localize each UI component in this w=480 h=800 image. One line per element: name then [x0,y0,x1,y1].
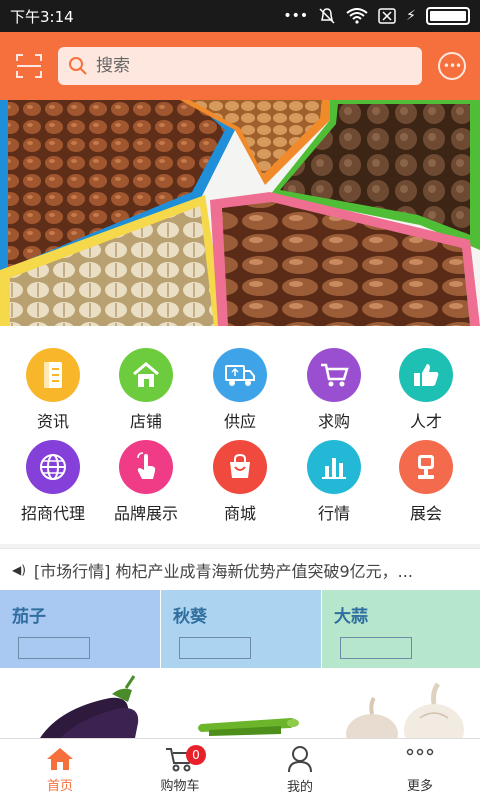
search-box[interactable] [58,47,422,85]
card-garlic[interactable]: 大蒜 [322,590,480,738]
feature-grid: 资讯 店铺 供应 求购 人才 招商代理 品牌展示 商城 行情 展会 [0,326,480,544]
grid-label: 行情 [317,504,350,523]
chat-icon: ••• [442,59,462,73]
garlic-image [322,668,480,738]
nav-label: 更多 [406,778,433,794]
status-icons: ••• ⚡ [283,7,470,25]
cart-badge: 0 [186,745,206,765]
category-cards: 茄子 秋葵 大蒜 [0,590,480,738]
cart-icon [307,348,361,402]
bag-icon [213,440,267,494]
grid-item-news[interactable]: 资讯 [5,348,101,440]
card-title: 茄子 [12,607,46,627]
okra-image [161,668,321,738]
tap-icon [119,440,173,494]
nav-label: 首页 [46,778,73,794]
truck-icon [213,348,267,402]
card-price-box [179,637,251,659]
news-ticker[interactable]: ◀) [市场行情] 枸杞产业成青海新优势产值突破9亿元，... [0,548,480,590]
grid-label: 人才 [409,412,442,431]
home-icon [47,747,73,770]
grid-item-talent[interactable]: 人才 [378,348,474,440]
booth-icon [399,440,453,494]
thumbs-up-icon [399,348,453,402]
battery-icon [426,7,470,25]
status-time: 下午3:14 [10,7,74,26]
scan-icon [16,54,42,78]
house-icon [119,348,173,402]
more-dots-icon: ••• [283,8,309,24]
charging-icon: ⚡ [406,8,416,24]
mute-bell-icon [319,8,335,24]
user-icon [288,745,312,772]
grid-label: 求购 [317,412,350,431]
grid-label: 招商代理 [20,504,85,523]
grid-item-purchase[interactable]: 求购 [286,348,382,440]
grid-item-shop[interactable]: 店铺 [98,348,194,440]
search-input[interactable] [96,56,396,76]
grid-label: 资讯 [36,412,69,431]
grid-label: 供应 [223,412,256,431]
nav-profile[interactable]: 我的 [240,739,360,800]
status-bar: 下午3:14 ••• ⚡ [0,0,480,32]
grid-item-brand[interactable]: 品牌展示 [98,440,194,532]
grid-label: 店铺 [129,412,162,431]
globe-icon [26,440,80,494]
nav-home[interactable]: 首页 [0,739,120,800]
bar-chart-icon [307,440,361,494]
more-icon [406,748,434,755]
nav-label: 我的 [286,779,313,795]
card-okra[interactable]: 秋葵 [161,590,322,738]
grid-label: 展会 [409,504,442,523]
card-title: 大蒜 [334,607,368,627]
grid-item-mall[interactable]: 商城 [192,440,288,532]
card-eggplant[interactable]: 茄子 [0,590,161,738]
speaker-icon: ◀) [12,562,26,577]
wifi-icon [346,8,368,24]
card-price-box [340,637,412,659]
scan-button[interactable] [14,51,44,81]
card-price-box [18,637,90,659]
nav-cart[interactable]: 0 购物车 [120,739,240,800]
card-header: 秋葵 [161,590,321,668]
nav-label: 购物车 [160,778,200,794]
card-header: 茄子 [0,590,160,668]
card-header: 大蒜 [322,590,480,668]
grid-label: 品牌展示 [113,504,178,523]
grid-label: 商城 [223,504,256,523]
news-text: [市场行情] 枸杞产业成青海新优势产值突破9亿元，... [33,561,413,581]
nav-more[interactable]: 更多 [360,739,480,800]
eggplant-image [0,668,160,738]
header: ••• [0,32,480,100]
nuts-tray-image [0,100,480,326]
grid-item-agency[interactable]: 招商代理 [5,440,101,532]
grid-item-market[interactable]: 行情 [286,440,382,532]
grid-item-exhibition[interactable]: 展会 [378,440,474,532]
chat-button[interactable]: ••• [438,52,466,80]
grid-item-supply[interactable]: 供应 [192,348,288,440]
card-title: 秋葵 [173,607,207,627]
banner-image[interactable] [0,100,480,326]
document-icon [26,348,80,402]
search-icon [69,57,87,75]
bottom-nav: 首页 0 购物车 我的 更多 [0,738,480,800]
sim-icon [378,8,396,24]
